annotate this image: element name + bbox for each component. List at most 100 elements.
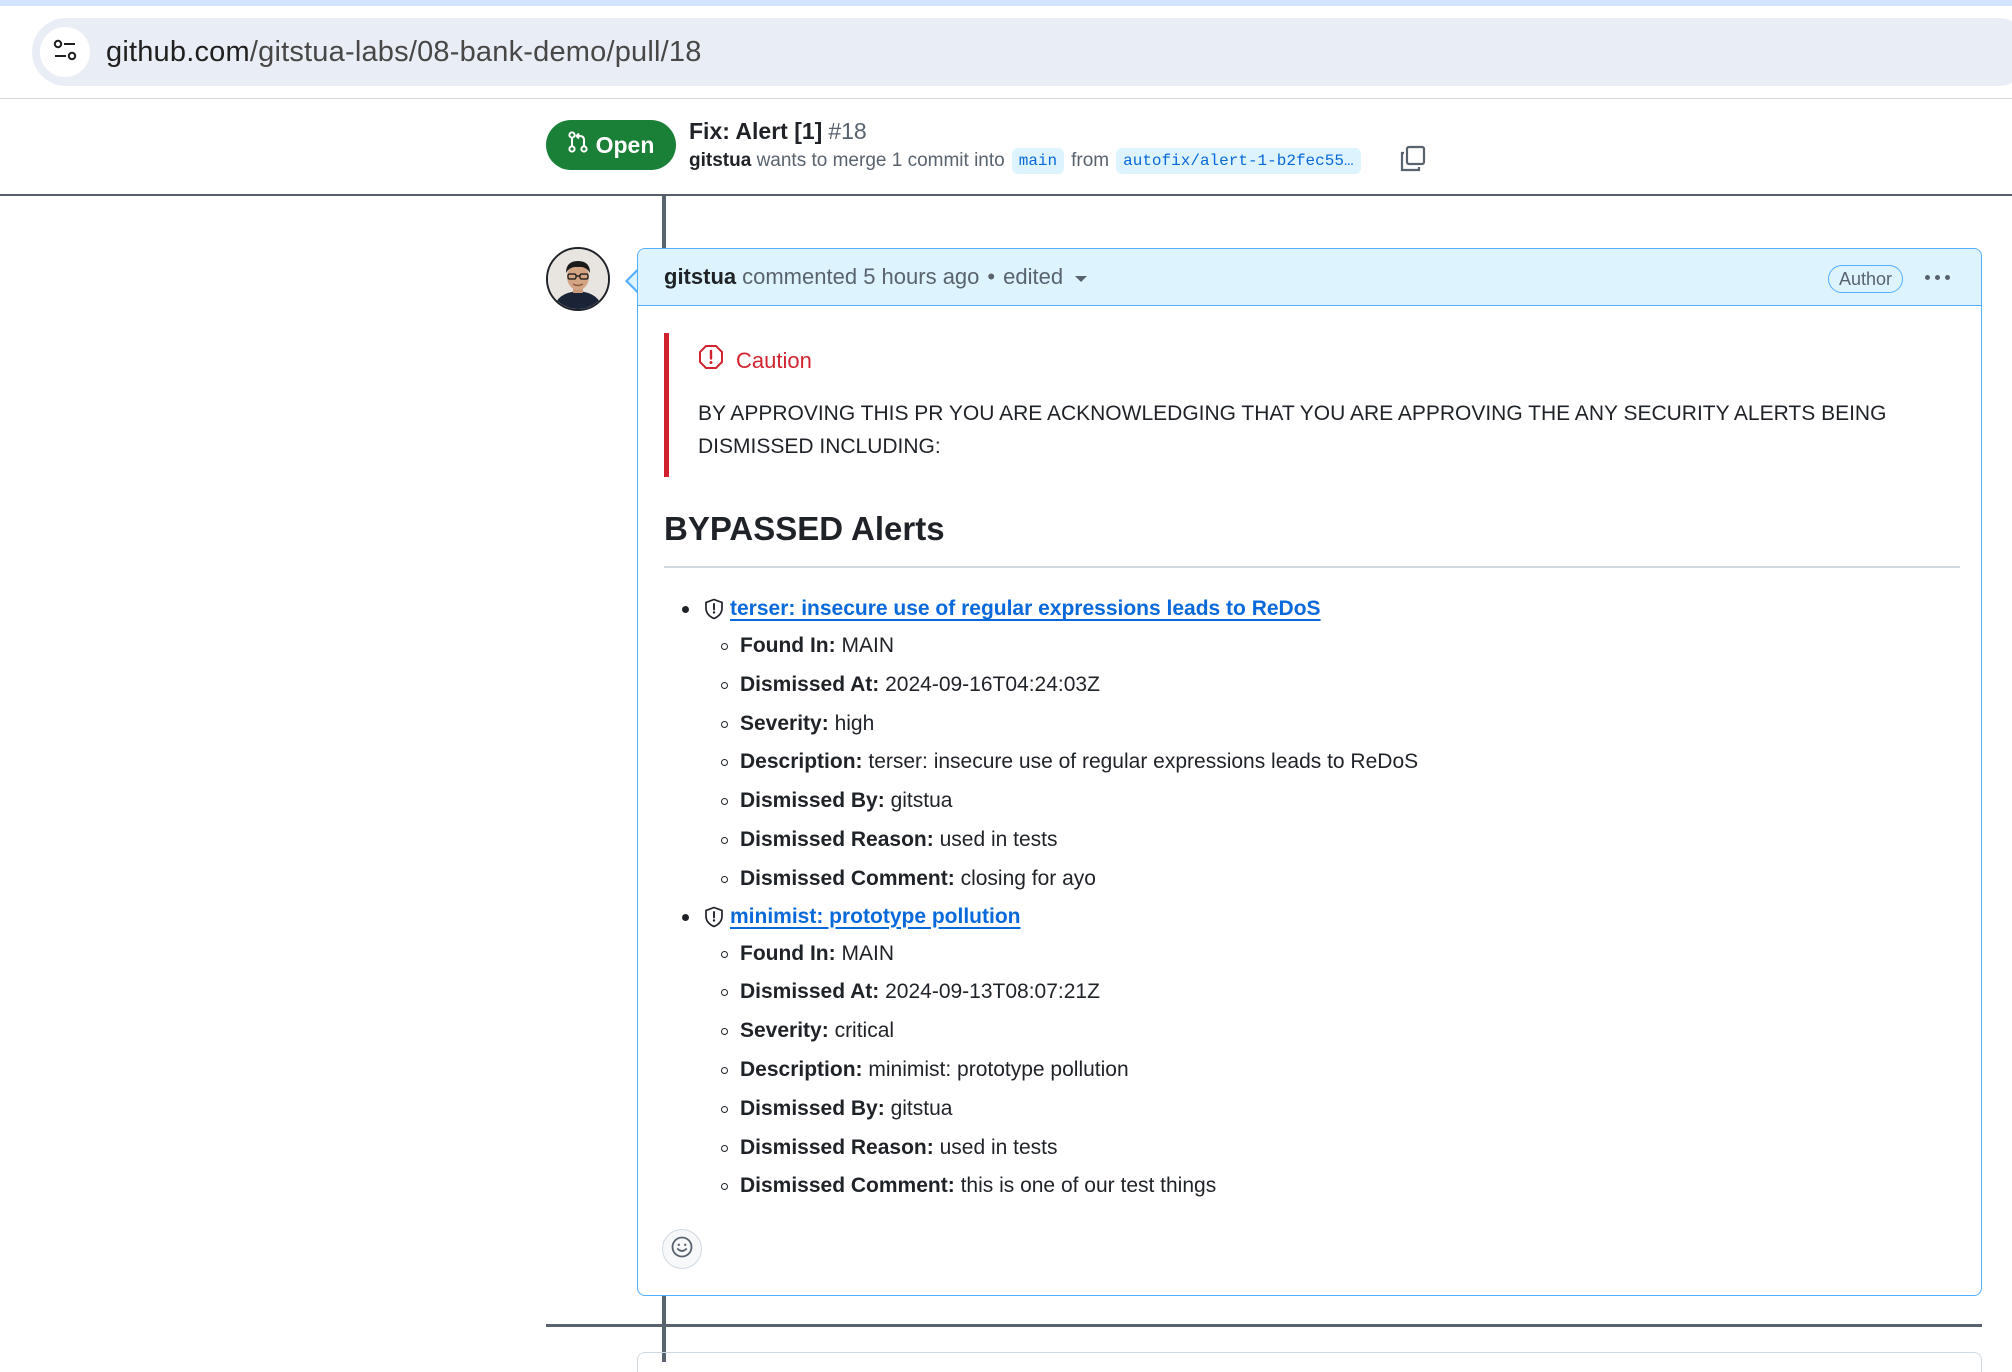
detail-value: used in tests <box>939 827 1058 851</box>
detail-item: Dismissed Comment: this is one of our te… <box>721 1167 1960 1206</box>
pr-state-badge: Open <box>546 120 676 170</box>
address-bar[interactable]: github.com/gitstua-labs/08-bank-demo/pul… <box>32 18 2012 86</box>
pr-number: #18 <box>828 118 867 144</box>
url-host: github.com <box>106 36 250 68</box>
alert-item-head: terser: insecure use of regular expressi… <box>664 591 1960 627</box>
detail-key: Dismissed By: <box>740 1096 885 1120</box>
chevron-down-icon[interactable] <box>1075 276 1088 282</box>
detail-key: Dismissed Comment: <box>740 866 955 890</box>
pr-from-text: from <box>1071 150 1110 171</box>
base-branch[interactable]: main <box>1011 148 1065 174</box>
copy-icon <box>1398 145 1428 178</box>
detail-key: Severity: <box>740 711 829 735</box>
pr-title-row: Fix: Alert [1] #18 <box>689 116 867 146</box>
pr-merge-info: gitstua wants to merge 1 commit into mai… <box>689 147 1368 175</box>
list-item: terser: insecure use of regular expressi… <box>664 591 1960 899</box>
detail-value: gitstua <box>890 1096 953 1120</box>
head-branch[interactable]: autofix/alert-1-b2fec55… <box>1116 148 1361 174</box>
detail-value: MAIN <box>841 634 894 657</box>
alert-link[interactable]: minimist: prototype pollution <box>730 905 1020 929</box>
detail-value: gitstua <box>890 789 953 813</box>
detail-item: Dismissed Reason: used in tests <box>721 1129 1960 1168</box>
list-item: minimist: prototype pollution Found In: … <box>664 899 1960 1207</box>
detail-item: Description: minimist: prototype polluti… <box>721 1051 1960 1090</box>
detail-value: critical <box>834 1019 895 1043</box>
url-path: /gitstua-labs/08-bank-demo/pull/18 <box>249 36 702 68</box>
comment-header: gitstua commented 5 hours ago • edited A… <box>638 249 1981 306</box>
detail-value: closing for ayo <box>960 866 1096 890</box>
detail-value: 2024-09-13T08:07:21Z <box>885 980 1100 1004</box>
site-info-button[interactable] <box>40 27 90 77</box>
shield-icon <box>704 598 724 620</box>
detail-key: Dismissed At: <box>740 672 880 696</box>
detail-value: high <box>834 711 875 735</box>
detail-key: Dismissed Reason: <box>740 1135 934 1159</box>
edited-dropdown[interactable]: edited <box>1003 263 1063 291</box>
detail-key: Dismissed At: <box>740 980 880 1004</box>
copy-branch-button[interactable] <box>1398 144 1428 174</box>
detail-value: MAIN <box>841 941 894 965</box>
comment-time[interactable]: 5 hours ago <box>863 263 979 291</box>
comment-separator: • <box>987 264 996 289</box>
bullet <box>682 913 689 921</box>
detail-key: Dismissed Comment: <box>740 1174 955 1198</box>
detail-item: Dismissed At: 2024-09-16T04:24:03Z <box>721 666 1960 705</box>
detail-value: used in tests <box>939 1135 1058 1159</box>
shield-icon <box>704 906 724 928</box>
add-reaction-button[interactable] <box>662 1229 702 1269</box>
detail-value: minimist: prototype pollution <box>868 1057 1129 1081</box>
header-divider <box>0 194 2012 196</box>
next-timeline-item <box>637 1352 1982 1372</box>
caution-callout: Caution BY APPROVING THIS PR YOU ARE ACK… <box>664 333 1960 477</box>
url-text[interactable]: github.com/gitstua-labs/08-bank-demo/pul… <box>106 36 702 68</box>
pr-merge-text: wants to merge 1 commit into <box>756 150 1005 171</box>
bullet <box>682 606 689 613</box>
bypassed-alerts-list: terser: insecure use of regular expressi… <box>664 591 1960 1206</box>
detail-item: Severity: critical <box>721 1012 1960 1051</box>
detail-item: Dismissed Comment: closing for ayo <box>721 860 1960 899</box>
detail-value: terser: insecure use of regular expressi… <box>868 750 1419 774</box>
detail-value: 2024-09-16T04:24:03Z <box>885 672 1100 696</box>
detail-key: Found In: <box>740 941 836 965</box>
caution-label: Caution <box>736 348 812 373</box>
author-badge: Author <box>1827 265 1903 293</box>
pr-author-link[interactable]: gitstua <box>689 147 751 175</box>
alerts-heading: BYPASSED Alerts <box>664 510 945 547</box>
comment-meta: gitstua commented 5 hours ago • edited <box>664 263 1088 291</box>
pr-title[interactable]: Fix: Alert [1] <box>689 118 822 144</box>
detail-item: Found In: MAIN <box>721 935 1960 974</box>
alert-item-head: minimist: prototype pollution <box>664 899 1960 935</box>
heading-rule <box>664 566 1960 568</box>
detail-key: Description: <box>740 750 863 774</box>
detail-item: Description: terser: insecure use of reg… <box>721 743 1960 782</box>
detail-item: Found In: MAIN <box>721 627 1960 666</box>
browser-top-strip <box>0 0 2012 6</box>
detail-item: Dismissed By: gitstua <box>721 782 1960 821</box>
pr-description-comment: gitstua commented 5 hours ago • edited A… <box>637 248 1982 1296</box>
caution-body: BY APPROVING THIS PR YOU ARE ACKNOWLEDGI… <box>698 402 1887 458</box>
detail-value: this is one of our test things <box>960 1174 1217 1198</box>
stop-icon <box>698 344 724 378</box>
detail-key: Severity: <box>740 1019 829 1043</box>
caution-title: Caution <box>698 344 812 378</box>
avatar[interactable] <box>546 247 610 311</box>
detail-item: Dismissed By: gitstua <box>721 1090 1960 1129</box>
detail-item: Dismissed Reason: used in tests <box>721 821 1960 860</box>
comment-action: commented <box>742 264 858 289</box>
detail-key: Description: <box>740 1057 863 1081</box>
alert-details: Found In: MAIN Dismissed At: 2024-09-16T… <box>664 627 1960 899</box>
detail-item: Severity: high <box>721 705 1960 744</box>
git-pull-request-icon <box>568 131 588 159</box>
alert-link[interactable]: terser: insecure use of regular expressi… <box>730 597 1321 621</box>
smiley-icon <box>670 1235 694 1264</box>
timeline-divider <box>546 1324 1982 1327</box>
pr-state-label: Open <box>595 131 655 158</box>
detail-key: Dismissed Reason: <box>740 827 934 851</box>
kebab-horizontal-icon[interactable] <box>1921 263 1953 291</box>
alert-details: Found In: MAIN Dismissed At: 2024-09-13T… <box>664 935 1960 1207</box>
detail-key: Dismissed By: <box>740 789 885 813</box>
detail-item: Dismissed At: 2024-09-13T08:07:21Z <box>721 973 1960 1012</box>
comment-author[interactable]: gitstua <box>664 263 736 291</box>
tune-icon <box>52 37 78 68</box>
detail-key: Found In: <box>740 634 836 657</box>
